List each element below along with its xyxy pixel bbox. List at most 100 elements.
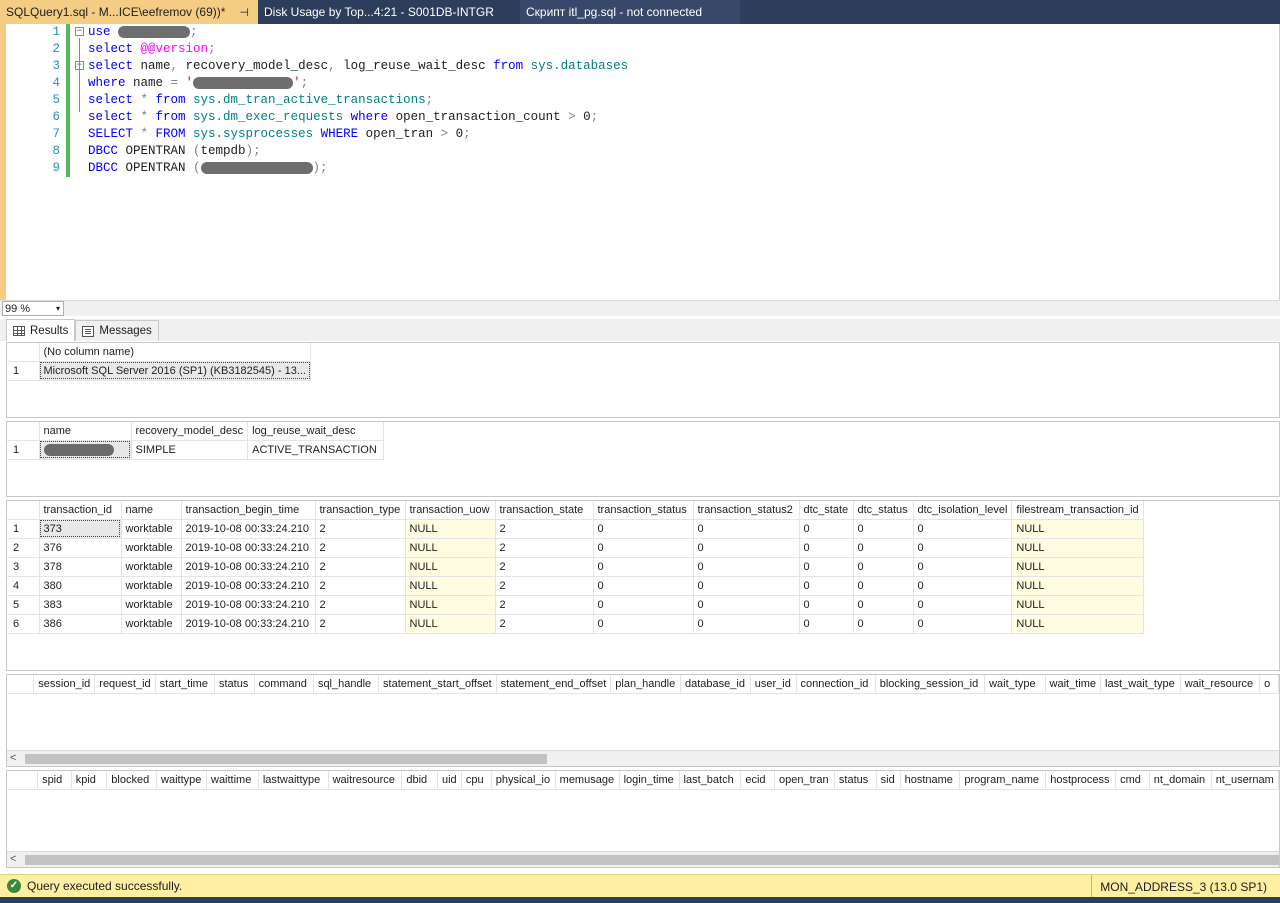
grid-cell[interactable]: 380: [39, 576, 122, 596]
grid-cell[interactable]: NULL: [405, 614, 496, 634]
query-editor[interactable]: 1−use ;2select @@version;3−select name, …: [0, 24, 1280, 300]
column-header[interactable]: statement_end_offset: [496, 675, 612, 694]
grid-cell[interactable]: 2019-10-08 00:33:24.210: [181, 576, 316, 596]
column-header[interactable]: memusage: [555, 771, 620, 790]
tab-results[interactable]: Results: [6, 319, 76, 341]
column-header[interactable]: database_id: [680, 675, 751, 694]
tab-disk-usage[interactable]: Disk Usage by Top...4:21 - S001DB-INTGR: [258, 0, 520, 24]
column-header[interactable]: transaction_state: [495, 501, 594, 520]
grid-cell[interactable]: worktable: [121, 519, 182, 539]
grid-cell[interactable]: 0: [799, 519, 854, 539]
row-number[interactable]: 6: [7, 614, 40, 634]
table-row[interactable]: 6 386 worktable 2019-10-08 00:33:24.210 2 NUL…: [7, 614, 1144, 634]
column-header[interactable]: user_id: [750, 675, 797, 694]
grid-cell[interactable]: ACTIVE_TRANSACTION: [247, 440, 385, 460]
code-line[interactable]: 5 select * from sys.dm_tran_active_transa…: [6, 92, 1279, 109]
code-line[interactable]: 3−select name, recovery_model_desc, log_…: [6, 58, 1279, 75]
column-header[interactable]: statement_start_offset: [378, 675, 497, 694]
grid-cell[interactable]: SIMPLE: [131, 440, 249, 460]
table-row[interactable]: 3 378 worktable 2019-10-08 00:33:24.210 2 NUL…: [7, 557, 1144, 577]
grid-cell[interactable]: NULL: [1011, 614, 1144, 634]
grid-cell[interactable]: worktable: [121, 557, 182, 577]
grid-cell[interactable]: 0: [593, 519, 694, 539]
column-header[interactable]: o: [1259, 675, 1279, 694]
tab-messages[interactable]: Messages: [75, 320, 159, 341]
code-line[interactable]: 8 DBCC OPENTRAN (tempdb);: [6, 143, 1279, 160]
grid-cell[interactable]: NULL: [405, 538, 496, 558]
code-line[interactable]: 2 select @@version;: [6, 41, 1279, 58]
grid-cell[interactable]: 0: [593, 614, 694, 634]
grid-cell[interactable]: NULL: [1011, 595, 1144, 615]
grid-cell[interactable]: 2: [315, 576, 406, 596]
grid-cell[interactable]: Microsoft SQL Server 2016 (SP1) (KB31825…: [39, 361, 311, 381]
grid-cell[interactable]: 0: [593, 595, 694, 615]
grid-cell[interactable]: worktable: [121, 614, 182, 634]
grid-cell[interactable]: 0: [853, 538, 914, 558]
grid-cell[interactable]: 0: [853, 576, 914, 596]
grid-cell[interactable]: NULL: [405, 576, 496, 596]
table-row[interactable]: 1 Microsoft SQL Server 2016 (SP1) (KB3182…: [7, 361, 311, 381]
tab-script-itl-pg[interactable]: Скрипт itl_pg.sql - not connected: [520, 0, 740, 24]
grid-cell[interactable]: NULL: [1011, 519, 1144, 539]
grid-cell[interactable]: 0: [693, 595, 800, 615]
grid-cell[interactable]: 0: [799, 557, 854, 577]
grid-cell[interactable]: 0: [693, 614, 800, 634]
grid-cell[interactable]: 0: [913, 557, 1013, 577]
column-header[interactable]: nt_usernam: [1211, 771, 1279, 790]
column-header[interactable]: waitresource: [328, 771, 403, 790]
column-header[interactable]: lastwaittype: [258, 771, 329, 790]
row-number[interactable]: 5: [7, 595, 40, 615]
grid-cell[interactable]: 2: [315, 519, 406, 539]
pin-icon[interactable]: ⊣: [239, 6, 249, 19]
grid-cell[interactable]: [39, 440, 132, 460]
grid-cell[interactable]: 383: [39, 595, 122, 615]
column-header[interactable]: dtc_status: [853, 501, 914, 520]
scroll-left-icon[interactable]: <: [10, 752, 16, 764]
table-row[interactable]: 1 SIMPLE ACTIVE_TRANSACTION: [7, 440, 385, 460]
horizontal-scrollbar[interactable]: <: [7, 851, 1279, 867]
grid-cell[interactable]: 0: [693, 576, 800, 596]
column-header[interactable]: plan_handle: [610, 675, 681, 694]
column-header[interactable]: hostname: [900, 771, 961, 790]
grid-cell[interactable]: 2: [495, 614, 594, 634]
column-header[interactable]: program_name: [959, 771, 1047, 790]
column-header[interactable]: transaction_begin_time: [181, 501, 316, 520]
column-header[interactable]: name: [39, 422, 132, 441]
column-header[interactable]: transaction_type: [315, 501, 406, 520]
column-header[interactable]: login_time: [619, 771, 680, 790]
grid-cell[interactable]: NULL: [405, 595, 496, 615]
row-number[interactable]: 1: [7, 361, 40, 381]
scrollbar-thumb[interactable]: [25, 754, 547, 764]
grid-cell[interactable]: 2: [495, 519, 594, 539]
column-header[interactable]: name: [121, 501, 182, 520]
grid-cell[interactable]: 378: [39, 557, 122, 577]
column-header[interactable]: waittype: [156, 771, 207, 790]
grid-cell[interactable]: 0: [853, 557, 914, 577]
column-header[interactable]: request_id: [94, 675, 156, 694]
grid-cell[interactable]: NULL: [405, 557, 496, 577]
grid-cell[interactable]: 2: [315, 538, 406, 558]
code-line[interactable]: 6 select * from sys.dm_exec_requests wher…: [6, 109, 1279, 126]
column-header[interactable]: (No column name): [39, 343, 311, 362]
column-header[interactable]: start_time: [155, 675, 216, 694]
table-row[interactable]: 2 376 worktable 2019-10-08 00:33:24.210 2 NUL…: [7, 538, 1144, 558]
column-header[interactable]: wait_type: [984, 675, 1046, 694]
column-header[interactable]: cmd: [1115, 771, 1150, 790]
grid-cell[interactable]: 0: [913, 595, 1013, 615]
grid-cell[interactable]: 0: [799, 595, 854, 615]
grid-cell[interactable]: 0: [593, 557, 694, 577]
grid-cell[interactable]: 2019-10-08 00:33:24.210: [181, 614, 316, 634]
code-line[interactable]: 7 SELECT * FROM sys.sysprocesses WHERE op…: [6, 126, 1279, 143]
column-header[interactable]: recovery_model_desc: [131, 422, 249, 441]
column-header[interactable]: connection_id: [796, 675, 876, 694]
code-line[interactable]: 4 where name = ' ';: [6, 75, 1279, 92]
grid-cell[interactable]: worktable: [121, 576, 182, 596]
column-header[interactable]: blocked: [106, 771, 158, 790]
column-header[interactable]: status: [214, 675, 255, 694]
column-header[interactable]: blocking_session_id: [875, 675, 986, 694]
column-header[interactable]: sql_handle: [313, 675, 380, 694]
column-header[interactable]: dtc_state: [799, 501, 854, 520]
grid-cell[interactable]: NULL: [1011, 576, 1144, 596]
column-header[interactable]: physical_io: [491, 771, 556, 790]
grid-cell[interactable]: 2: [495, 557, 594, 577]
